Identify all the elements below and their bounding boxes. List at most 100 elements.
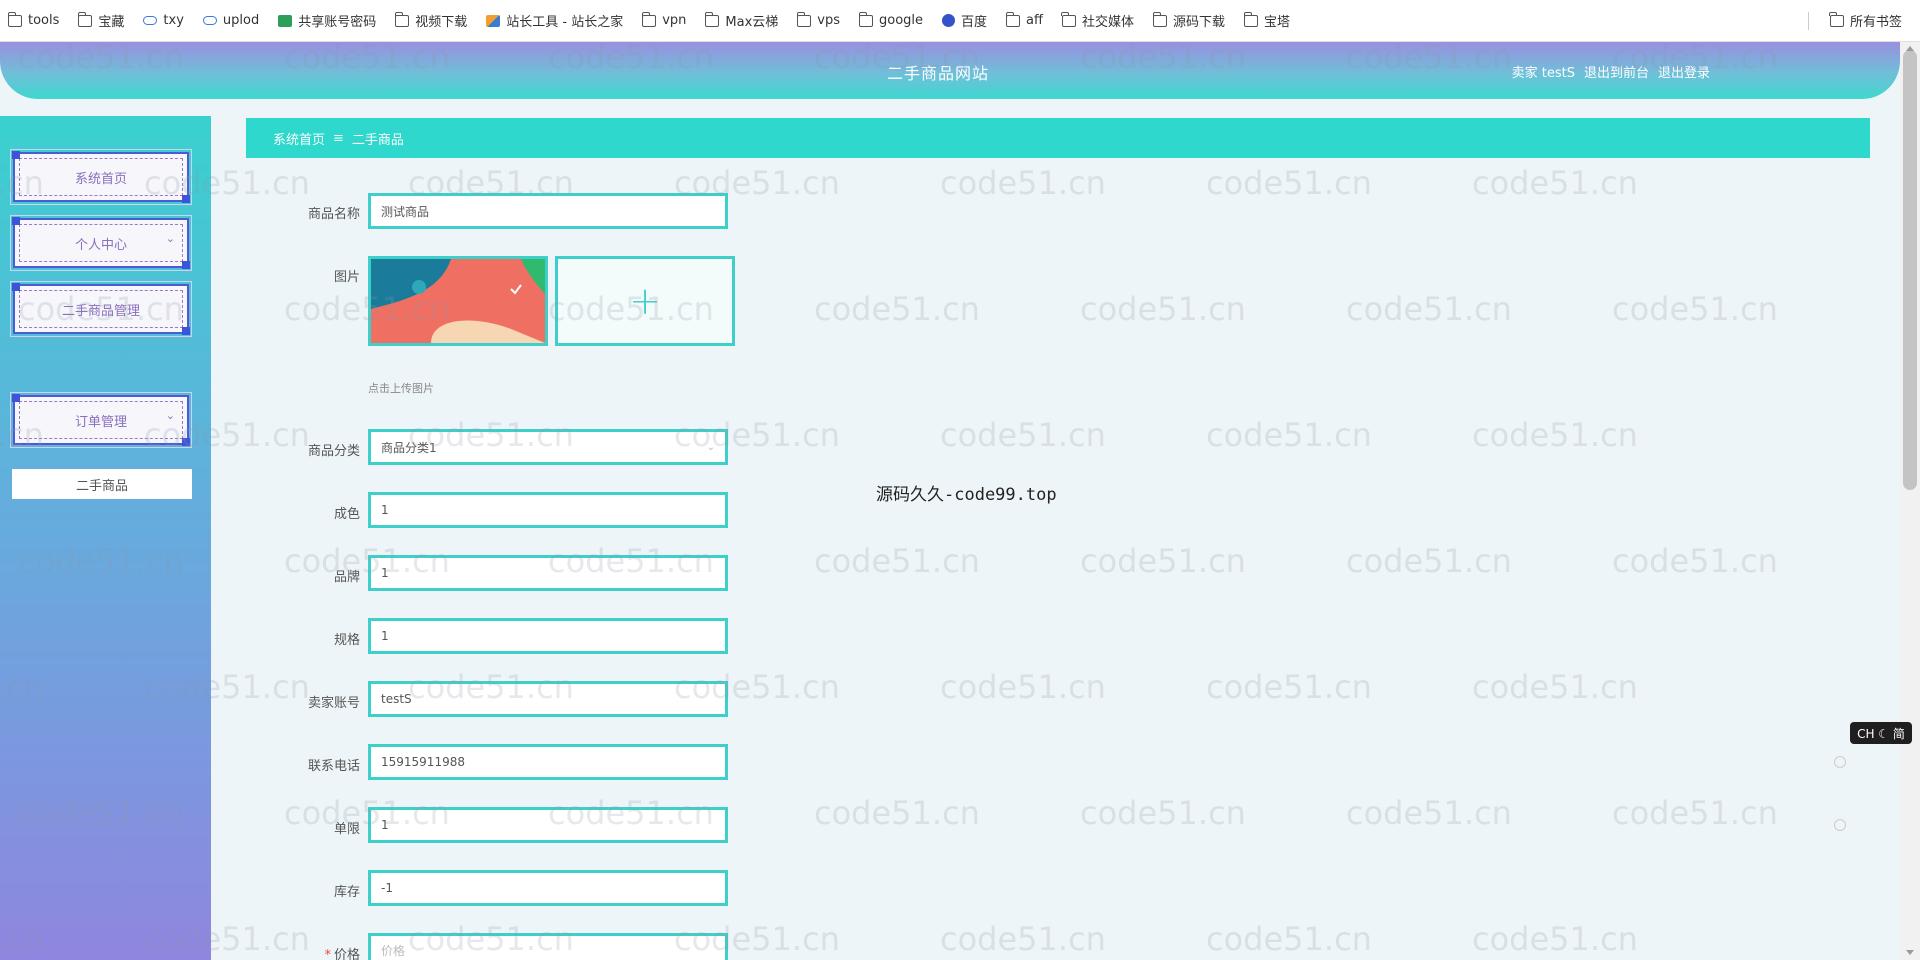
sidebar-item-orders[interactable]: 订单管理 ⌄ [10, 392, 192, 448]
category-select[interactable]: 商品分类1 ⌄ [368, 429, 728, 465]
folder-icon [1061, 11, 1076, 27]
watermark-text: code51.cn [1206, 164, 1372, 202]
chevron-down-icon: ⌄ [706, 442, 715, 453]
bookmark-label: vps [817, 13, 840, 28]
bookmark-item[interactable]: 宝塔 [1243, 11, 1291, 30]
logout-link[interactable]: 退出登录 [1658, 62, 1710, 81]
sidebar-item-label: 系统首页 [19, 158, 183, 196]
bookmark-label: tools [28, 13, 60, 28]
watermark-text: code51.cn [1472, 416, 1638, 454]
watermark-text: code51.cn [1346, 542, 1512, 580]
brand-input[interactable] [368, 555, 728, 591]
menu-corner-decoration [182, 195, 190, 203]
watermark-text: code51.cn [1346, 290, 1512, 328]
watermark-text: code51.cn [940, 920, 1106, 958]
bookmark-item[interactable]: vpn [641, 11, 687, 28]
category-selected-value: 商品分类1 [381, 440, 437, 455]
header-user-actions: 卖家 testS 退出到前台 退出登录 [1512, 62, 1710, 81]
sidebar-item-home[interactable]: 系统首页 [10, 149, 192, 205]
watermark-text: code51.cn [1346, 794, 1512, 832]
seller-label: 卖家账号 [307, 696, 360, 711]
bookmark-label: txy [163, 13, 184, 28]
phone-input[interactable] [368, 744, 728, 780]
watermark-text: code51.cn [814, 794, 980, 832]
all-bookmarks-label: 所有书签 [1849, 15, 1902, 30]
bookmark-item[interactable]: vps [796, 11, 840, 28]
bookmark-item[interactable]: tools [7, 11, 60, 28]
clear-icon[interactable] [1834, 819, 1846, 831]
menu-corner-decoration [12, 394, 20, 402]
name-input[interactable] [368, 193, 728, 229]
menu-corner-decoration [12, 283, 20, 291]
breadcrumb-home[interactable]: 系统首页 [273, 129, 325, 148]
scroll-down-icon[interactable] [1906, 950, 1914, 955]
watermark-text: code51.cn [1080, 794, 1246, 832]
folder-icon [7, 11, 22, 27]
image-label: 图片 [333, 270, 360, 285]
bookmark-item[interactable]: Max云梯 [704, 11, 778, 30]
paw-icon [942, 14, 956, 27]
grid-icon [278, 14, 293, 27]
bookmark-label: 宝藏 [98, 15, 125, 30]
bookmark-label: uplod [222, 13, 260, 28]
overlay-watermark-text: 源码久久-code99.top [876, 485, 1057, 505]
add-image-button[interactable]: + [555, 256, 735, 346]
watermark-text: code51.cn [1612, 290, 1778, 328]
plus-icon: + [629, 279, 661, 323]
watermark-text: code51.cn [814, 542, 980, 580]
bookmark-item[interactable]: 社交媒体 [1061, 11, 1134, 30]
folder-icon [1243, 11, 1259, 27]
bookmark-item[interactable]: 站长工具 - 站长之家 [486, 11, 623, 30]
site-header: 二手商品网站 卖家 testS 退出到前台 退出登录 [0, 42, 1900, 99]
watermark-text: code51.cn [1612, 542, 1778, 580]
all-bookmarks-button[interactable]: 所有书签 [1829, 11, 1902, 30]
watermark-text: code51.cn [1472, 164, 1638, 202]
bookmark-item[interactable]: 共享账号密码 [278, 11, 376, 30]
watermark-text: code51.cn [1612, 794, 1778, 832]
breadcrumb: 系统首页 ≡ 二手商品 [246, 118, 1870, 158]
bookmark-item[interactable]: txy [143, 13, 184, 28]
sidebar-item-goods-management[interactable]: 二手商品管理 [10, 281, 192, 337]
folder-icon [1152, 11, 1167, 27]
limit-input[interactable] [368, 807, 728, 843]
watermark-text: code51.cn [940, 668, 1106, 706]
bookmark-label: 视频下载 [415, 15, 468, 30]
condition-input[interactable] [368, 492, 728, 528]
bookmark-item[interactable]: 源码下载 [1152, 11, 1226, 30]
bookmark-item[interactable]: google [858, 11, 923, 28]
seller-input[interactable] [368, 681, 728, 717]
price-label: * 价格 [280, 944, 360, 960]
price-input[interactable] [368, 933, 728, 960]
watermark-text: code51.cn [940, 164, 1106, 202]
bookmark-label: 源码下载 [1173, 15, 1226, 30]
scrollbar-thumb[interactable] [1903, 50, 1917, 490]
folder-icon [796, 11, 812, 27]
bookmark-label: aff [1026, 13, 1043, 28]
bookmark-item[interactable]: uplod [202, 13, 260, 28]
bookmark-item[interactable]: aff [1005, 11, 1043, 28]
sidebar-item-personal-center[interactable]: 个人中心 ⌄ [10, 215, 192, 271]
bookmark-label: vpn [662, 13, 687, 28]
watermark-text: code51.cn [1206, 416, 1372, 454]
scroll-up-icon[interactable] [1906, 46, 1914, 51]
menu-corner-decoration [12, 151, 20, 159]
uploaded-image-thumbnail[interactable] [368, 256, 548, 346]
ime-indicator[interactable]: CH ☾ 简 [1850, 722, 1912, 744]
bookmark-label: 宝塔 [1264, 15, 1291, 30]
bookmark-item[interactable]: 视频下载 [394, 11, 468, 30]
required-star-icon: * [324, 948, 331, 960]
stock-input[interactable] [368, 870, 728, 906]
name-label: 商品名称 [307, 207, 360, 222]
sidebar-subitem-goods[interactable]: 二手商品 [12, 469, 192, 499]
category-label: 商品分类 [307, 444, 360, 459]
sidebar: 系统首页 个人中心 ⌄ 二手商品管理 二手商品 订单管理 ⌄ [0, 116, 211, 960]
front-page-link[interactable]: 退出到前台 [1584, 62, 1649, 81]
tool-icon [486, 14, 501, 27]
bookmarks-bar: tools 宝藏 txy uplod 共享账号密码 视频下载 站长工具 - 站长之家 vpn M… [0, 0, 1920, 42]
bookmark-item[interactable]: 宝藏 [77, 11, 125, 30]
condition-label: 成色 [333, 507, 360, 522]
spec-input[interactable] [368, 618, 728, 654]
bookmark-item[interactable]: 百度 [942, 11, 987, 30]
clear-icon[interactable] [1834, 756, 1846, 768]
menu-corner-decoration [12, 217, 20, 225]
